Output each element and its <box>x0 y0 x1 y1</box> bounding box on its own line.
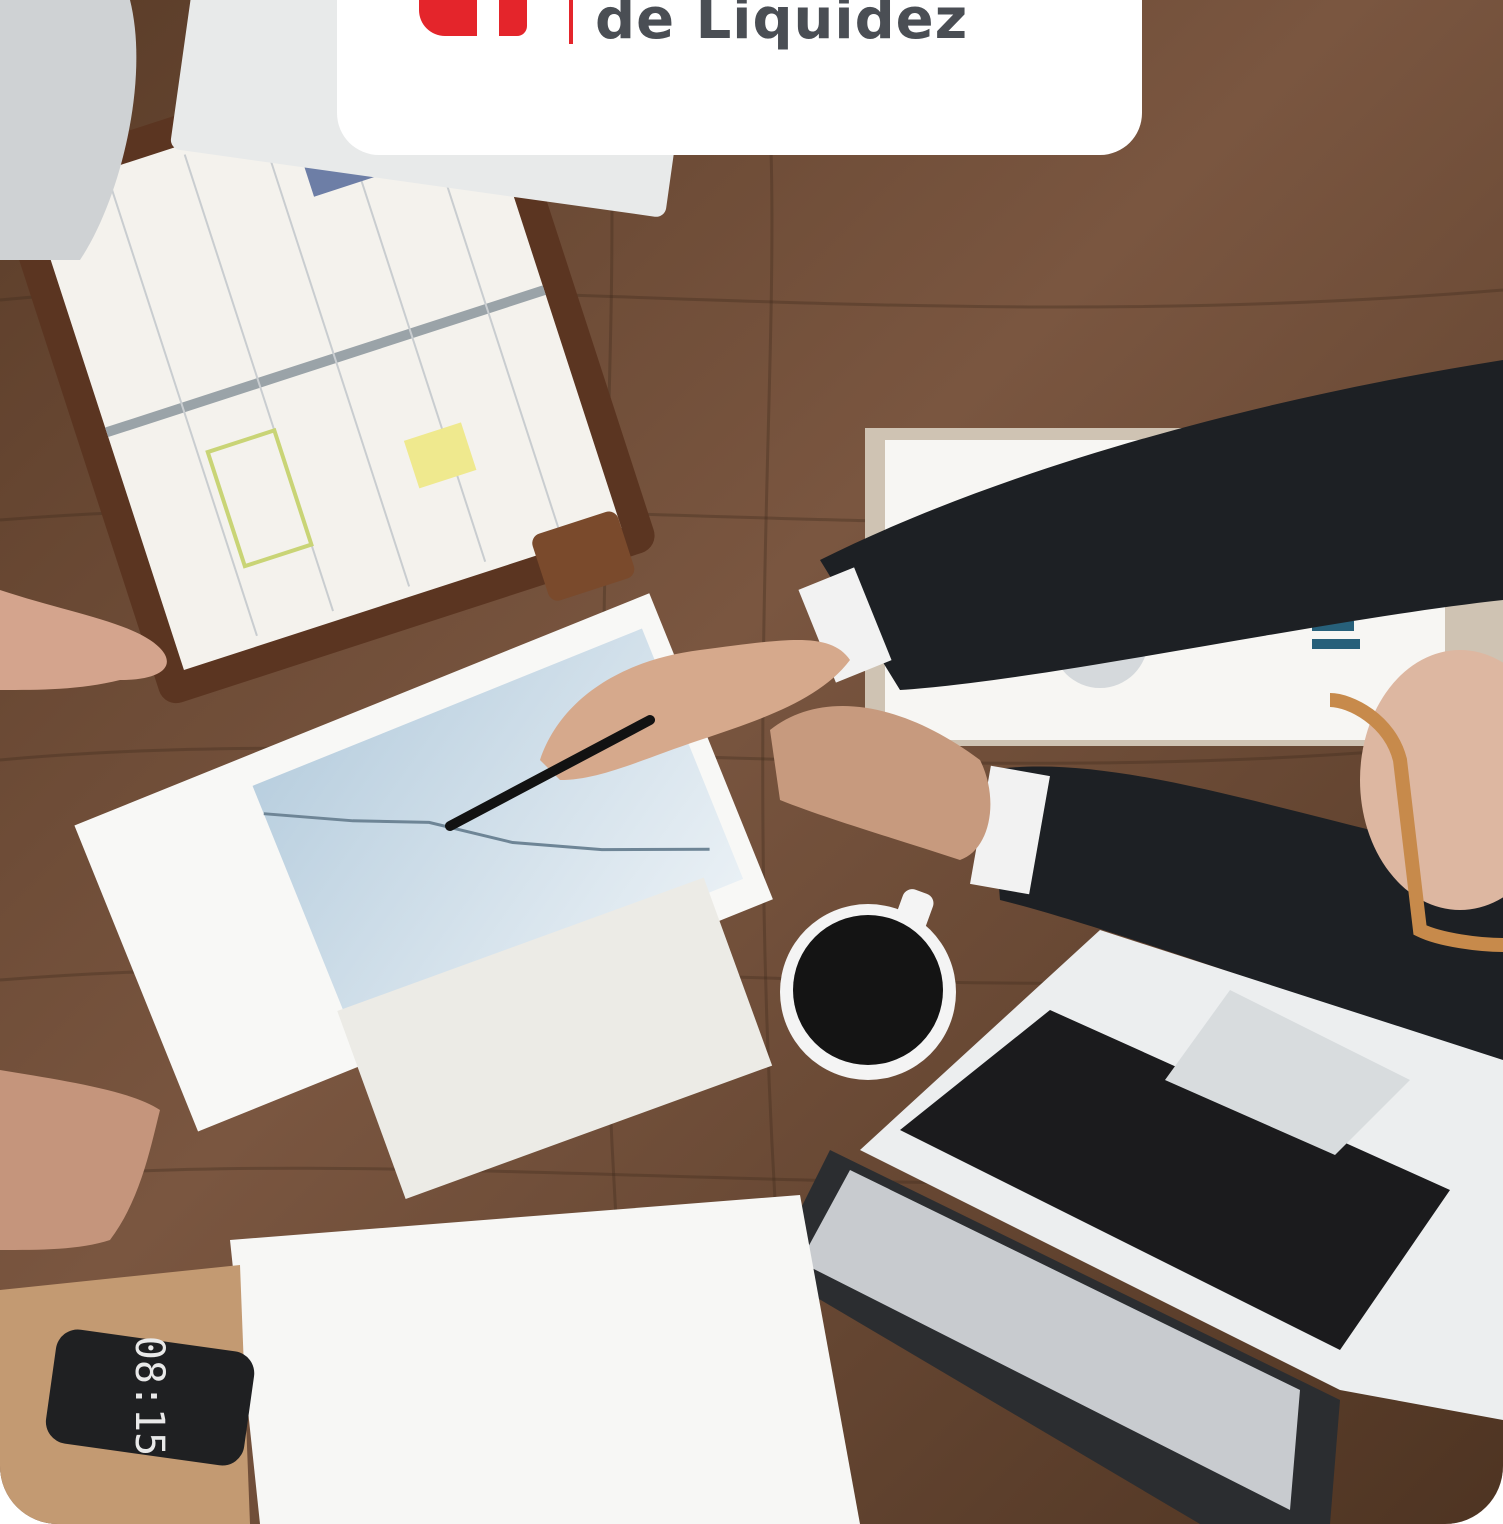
brand-mark-icon <box>419 0 527 36</box>
photo-frame: 08:15 de Liquidez <box>0 0 1503 1524</box>
office-desk-photo <box>0 0 1503 1524</box>
paper-calendar <box>230 1195 860 1524</box>
logo-divider <box>569 0 573 44</box>
brand-mark-notch <box>477 0 499 36</box>
brand-name: de Liquidez <box>595 0 969 52</box>
phone-clock: 08:15 <box>126 1335 172 1457</box>
logo-card: de Liquidez <box>337 0 1142 155</box>
